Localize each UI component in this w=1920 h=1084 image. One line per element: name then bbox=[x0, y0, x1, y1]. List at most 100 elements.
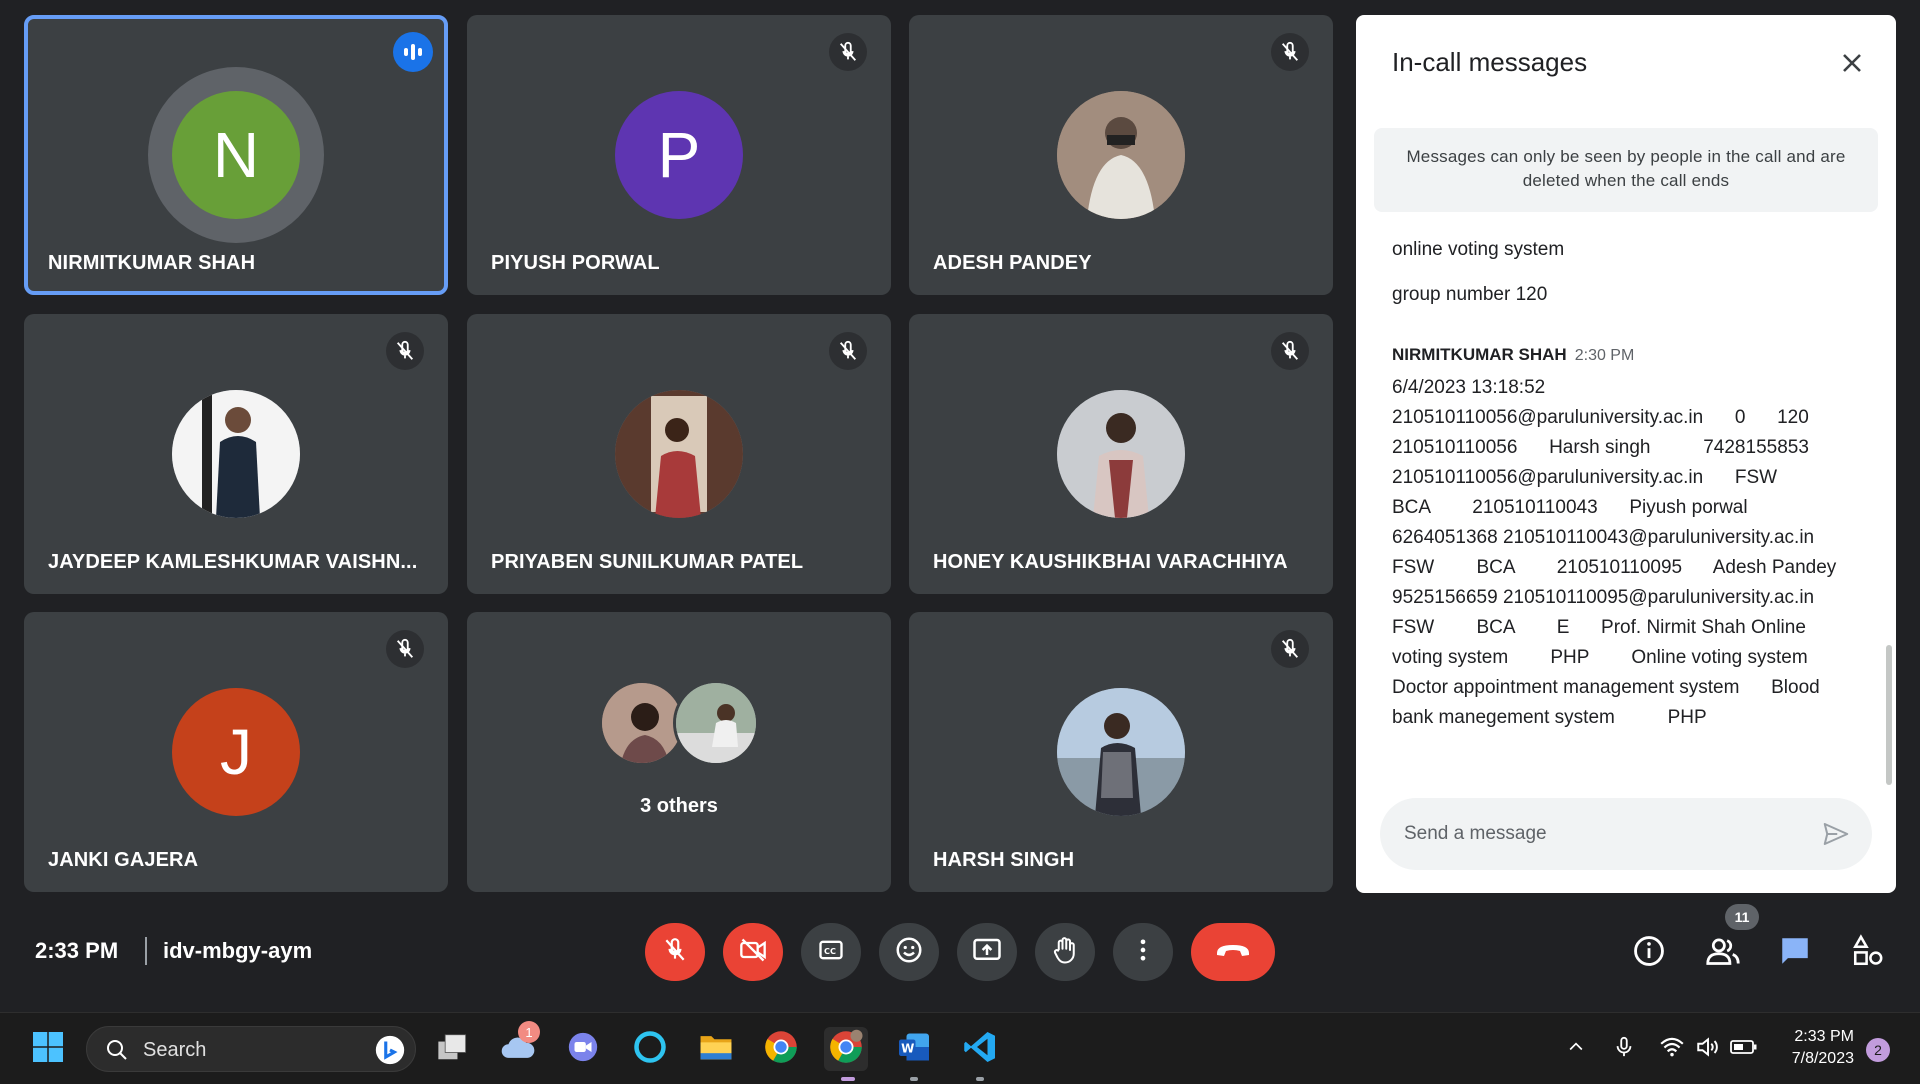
notification-count-badge[interactable]: 2 bbox=[1866, 1038, 1890, 1062]
more-options-button[interactable] bbox=[1113, 923, 1173, 981]
participant-name: HONEY KAUSHIKBHAI VARACHHIYA bbox=[933, 551, 1288, 573]
participant-name: NIRMITKUMAR SHAH bbox=[48, 252, 256, 274]
chat-icon bbox=[1777, 934, 1813, 973]
call-clock: 2:33 PM bbox=[35, 938, 119, 963]
camera-toggle-button[interactable] bbox=[723, 923, 783, 981]
chevron-up-icon bbox=[1566, 1037, 1586, 1062]
battery-icon bbox=[1730, 1038, 1758, 1061]
chat-button[interactable] bbox=[1775, 933, 1815, 973]
taskbar-clock[interactable]: 2:33 PM 7/8/2023 bbox=[1772, 1026, 1854, 1070]
participant-name: HARSH SINGH bbox=[933, 849, 1075, 871]
participants-count-badge: 11 bbox=[1725, 904, 1759, 930]
taskbar-app-word[interactable]: W bbox=[892, 1027, 936, 1071]
volume-icon bbox=[1695, 1036, 1721, 1063]
show-hidden-icons-button[interactable] bbox=[1556, 1027, 1596, 1071]
folder-icon bbox=[697, 1030, 735, 1069]
word-icon: W bbox=[896, 1030, 932, 1069]
microphone-icon bbox=[1613, 1034, 1635, 1065]
clock-time: 2:33 PM bbox=[1794, 1028, 1854, 1045]
participant-name: PRIYABEN SUNILKUMAR PATEL bbox=[491, 551, 804, 573]
taskbar: Search 1 W 2:33 PM 7/8/2023 2 bbox=[0, 1012, 1920, 1084]
battery-tray-button[interactable] bbox=[1724, 1027, 1764, 1071]
others-avatars bbox=[599, 680, 759, 770]
taskbar-search[interactable]: Search bbox=[86, 1026, 416, 1072]
captions-button[interactable]: CC bbox=[801, 923, 861, 981]
others-tile[interactable]: 3 others bbox=[467, 612, 891, 892]
participant-tile[interactable]: N NIRMITKUMAR SHAH bbox=[24, 15, 448, 295]
mic-off-icon bbox=[829, 33, 867, 71]
clock-date: 7/8/2023 bbox=[1791, 1050, 1854, 1067]
send-icon[interactable] bbox=[1818, 816, 1854, 852]
chat-message: 6/4/2023 13:18:52 210510110056@paruluniv… bbox=[1392, 377, 1837, 728]
running-indicator bbox=[841, 1077, 855, 1081]
avatar bbox=[172, 390, 300, 518]
close-icon[interactable] bbox=[1834, 45, 1870, 81]
people-button[interactable] bbox=[1703, 933, 1743, 973]
windows-icon bbox=[30, 1029, 66, 1070]
meeting-code: idv-mbgy-aym bbox=[163, 938, 313, 963]
running-indicator bbox=[976, 1077, 984, 1081]
participant-tile[interactable]: J JANKI GAJERA bbox=[24, 612, 448, 892]
wifi-icon bbox=[1659, 1036, 1685, 1063]
taskbar-app-vscode[interactable] bbox=[958, 1027, 1002, 1071]
mic-off-icon bbox=[829, 332, 867, 370]
chat-scrollbar[interactable] bbox=[1886, 645, 1892, 785]
taskbar-app-chrome[interactable] bbox=[759, 1027, 803, 1071]
chat-messages: online voting system group number 120 NI… bbox=[1392, 235, 1852, 733]
message-input[interactable] bbox=[1404, 798, 1804, 870]
meeting-details-button[interactable] bbox=[1629, 933, 1669, 973]
avatar: J bbox=[172, 688, 300, 816]
leave-call-button[interactable] bbox=[1191, 923, 1275, 981]
message-sender: NIRMITKUMAR SHAH 2:30 PM bbox=[1392, 340, 1852, 371]
taskbar-app-teams-chat[interactable] bbox=[561, 1027, 605, 1071]
task-view-icon bbox=[435, 1032, 469, 1067]
taskbar-app-file-explorer[interactable] bbox=[694, 1027, 738, 1071]
raise-hand-icon bbox=[1050, 935, 1080, 970]
people-icon bbox=[1705, 935, 1741, 972]
present-screen-button[interactable] bbox=[957, 923, 1017, 981]
participant-tile[interactable]: HONEY KAUSHIKBHAI VARACHHIYA bbox=[909, 314, 1333, 594]
avatar bbox=[1057, 688, 1185, 816]
message-input-container bbox=[1380, 798, 1872, 870]
participant-tile[interactable]: ADESH PANDEY bbox=[909, 15, 1333, 295]
avatar bbox=[615, 390, 743, 518]
message-time: 2:30 PM bbox=[1574, 347, 1635, 364]
chat-panel: In-call messages Messages can only be se… bbox=[1356, 15, 1896, 893]
participant-tile[interactable]: PRIYABEN SUNILKUMAR PATEL bbox=[467, 314, 891, 594]
participant-name: JAYDEEP KAMLESHKUMAR VAISHN... bbox=[48, 551, 418, 573]
microphone-tray-button[interactable] bbox=[1604, 1027, 1644, 1071]
mic-off-icon bbox=[1271, 33, 1309, 71]
running-indicator bbox=[910, 1077, 918, 1081]
chat-message: online voting system bbox=[1392, 239, 1565, 260]
sender-name: NIRMITKUMAR SHAH bbox=[1392, 345, 1567, 364]
present-icon bbox=[972, 935, 1002, 970]
participant-name: ADESH PANDEY bbox=[933, 252, 1092, 274]
participant-tile[interactable]: JAYDEEP KAMLESHKUMAR VAISHN... bbox=[24, 314, 448, 594]
avatar bbox=[1057, 390, 1185, 518]
taskbar-app-cortana[interactable] bbox=[628, 1027, 672, 1071]
search-icon bbox=[105, 1038, 129, 1067]
raise-hand-button[interactable] bbox=[1035, 923, 1095, 981]
avatar bbox=[673, 680, 759, 766]
start-button[interactable] bbox=[26, 1027, 70, 1071]
weather-widget[interactable]: 1 bbox=[496, 1021, 540, 1071]
video-chat-icon bbox=[566, 1030, 600, 1069]
participant-tile[interactable]: P PIYUSH PORWAL bbox=[467, 15, 891, 295]
mic-toggle-button[interactable] bbox=[645, 923, 705, 981]
taskbar-app-chrome-profile[interactable] bbox=[824, 1027, 868, 1071]
others-count: 3 others bbox=[640, 795, 718, 817]
mic-off-icon bbox=[662, 937, 688, 968]
avatar: P bbox=[615, 91, 743, 219]
cortana-icon bbox=[632, 1029, 668, 1070]
reactions-button[interactable] bbox=[879, 923, 939, 981]
search-label: Search bbox=[143, 1039, 207, 1061]
participant-tile[interactable]: HARSH SINGH bbox=[909, 612, 1333, 892]
svg-text:CC: CC bbox=[824, 946, 836, 956]
task-view-button[interactable] bbox=[430, 1027, 474, 1071]
avatar bbox=[1057, 91, 1185, 219]
volume-tray-button[interactable] bbox=[1688, 1027, 1728, 1071]
activities-button[interactable] bbox=[1848, 933, 1888, 973]
mic-off-icon bbox=[386, 630, 424, 668]
wifi-tray-button[interactable] bbox=[1652, 1027, 1692, 1071]
more-options-icon bbox=[1129, 936, 1157, 969]
